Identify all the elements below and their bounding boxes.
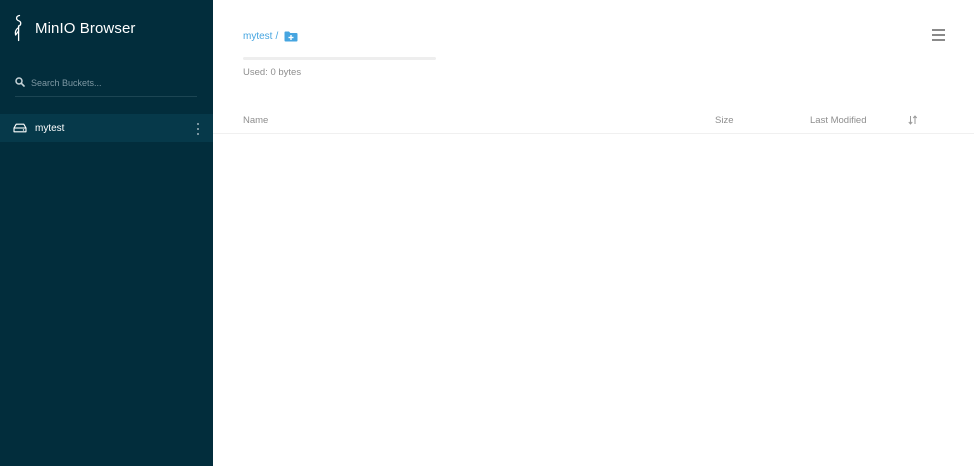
folder-plus-icon[interactable]	[284, 31, 298, 42]
minio-flamingo-icon	[14, 14, 22, 42]
breadcrumb-separator: /	[275, 31, 279, 42]
column-header-last-modified[interactable]: Last Modified	[810, 115, 867, 126]
column-header-size[interactable]: Size	[715, 115, 733, 126]
bucket-label: mytest	[35, 122, 65, 134]
vertical-dots-icon[interactable]	[196, 123, 200, 135]
bucket-search	[15, 76, 197, 97]
object-table-header: Name Size Last Modified	[213, 106, 974, 134]
sort-arrows-icon[interactable]	[908, 115, 918, 125]
bucket-item-mytest[interactable]: mytest	[0, 114, 213, 142]
logo: MinIO Browser	[12, 14, 136, 42]
breadcrumb-bucket-link[interactable]: mytest	[243, 31, 272, 42]
search-icon	[15, 77, 25, 87]
column-header-name[interactable]: Name	[243, 115, 268, 126]
storage-usage-bar	[243, 57, 436, 60]
app-title: MinIO Browser	[35, 19, 136, 37]
sidebar: MinIO Browser mytest	[0, 0, 213, 466]
hamburger-menu-icon[interactable]	[932, 29, 945, 41]
bucket-drive-icon	[13, 123, 27, 133]
storage-usage-text: Used: 0 bytes	[243, 67, 302, 78]
search-buckets-input[interactable]	[31, 76, 191, 90]
breadcrumb: mytest /	[243, 31, 298, 42]
main-content: mytest / Used: 0 bytes Name Size Last Mo…	[213, 0, 974, 466]
app-root: MinIO Browser mytest mytest /	[0, 0, 974, 466]
